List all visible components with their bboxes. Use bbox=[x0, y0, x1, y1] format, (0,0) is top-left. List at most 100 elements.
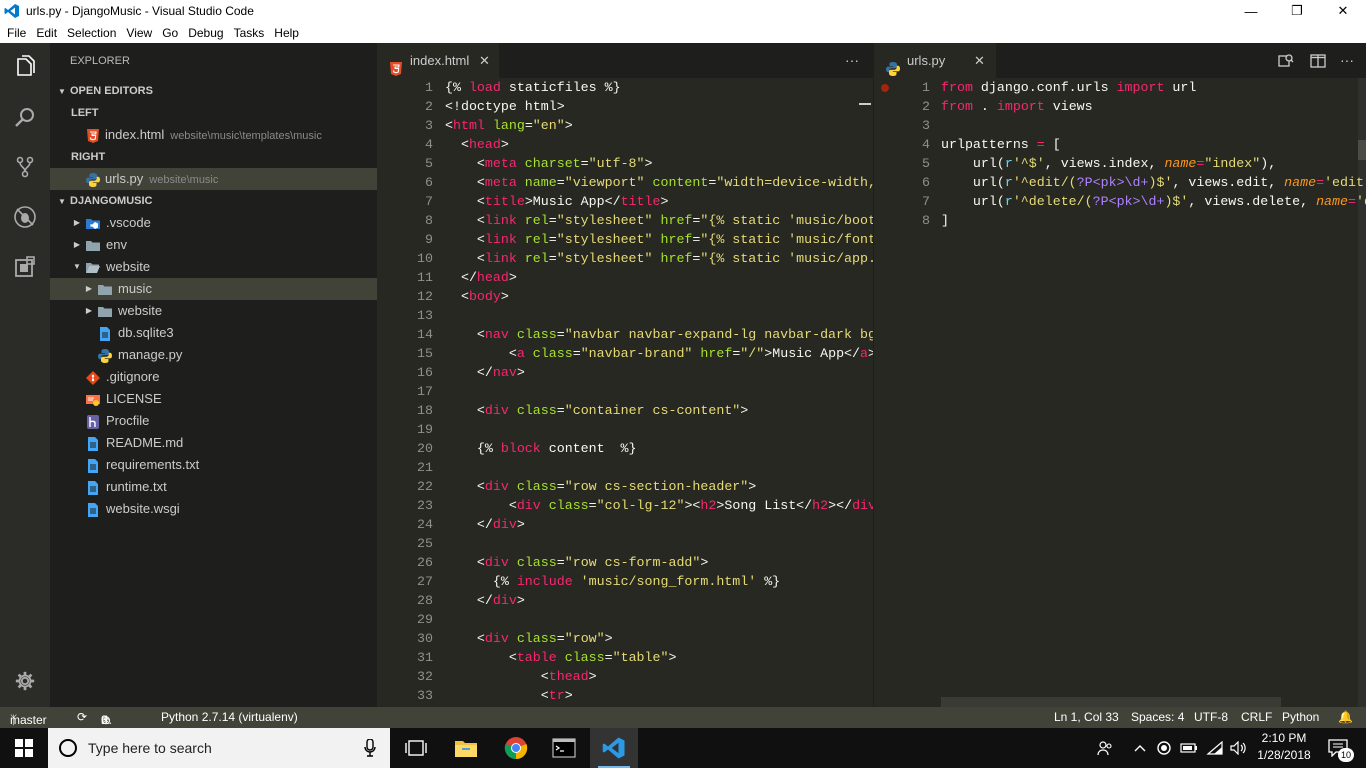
menu-go[interactable]: Go bbox=[157, 26, 183, 40]
search-activity[interactable] bbox=[0, 93, 50, 141]
code-token: link bbox=[484, 251, 517, 266]
folder-open-icon bbox=[86, 260, 100, 274]
menu-view[interactable]: View bbox=[121, 26, 157, 40]
project-section[interactable]: ▼ DJANGOMUSIC bbox=[50, 190, 377, 212]
file-requirements-txt[interactable]: requirements.txt bbox=[50, 454, 377, 476]
cursor-position[interactable]: Ln 1, Col 33 bbox=[1054, 710, 1119, 724]
folder-website[interactable]: ▼ website bbox=[50, 256, 377, 278]
horizontal-scroll-thumb[interactable] bbox=[941, 697, 1281, 707]
scroll-thumb[interactable] bbox=[1358, 140, 1366, 160]
task-view-button[interactable] bbox=[392, 728, 440, 768]
file-website-wsgi[interactable]: website.wsgi bbox=[50, 498, 377, 520]
code-token: class bbox=[508, 555, 557, 570]
minimap-slider[interactable] bbox=[859, 103, 871, 105]
code-line: </head> bbox=[445, 270, 517, 285]
menu-debug[interactable]: Debug bbox=[183, 26, 228, 40]
line-number: 8 bbox=[425, 213, 433, 228]
language-status[interactable]: Python bbox=[1282, 710, 1319, 724]
folder-vscode[interactable]: ▶ .vscode bbox=[50, 212, 377, 234]
search-icon bbox=[15, 108, 34, 127]
code-token: name bbox=[516, 175, 557, 190]
code-token: head bbox=[476, 270, 509, 285]
code-line: <link rel="stylesheet" href="{% static '… bbox=[445, 232, 873, 247]
extensions-activity[interactable] bbox=[0, 243, 50, 291]
file-procfile[interactable]: Procfile bbox=[50, 410, 377, 432]
code-token: '^edit/( bbox=[1012, 175, 1077, 190]
menu-file[interactable]: File bbox=[2, 26, 31, 40]
explorer-activity[interactable] bbox=[0, 43, 50, 91]
menu-help[interactable]: Help bbox=[269, 26, 304, 40]
code-area-right[interactable]: 1 from django.conf.urls import url 2 from .… bbox=[874, 78, 1366, 707]
notifications-bell-icon[interactable]: 🔔 bbox=[1338, 710, 1353, 724]
close-button[interactable]: ✕ bbox=[1320, 0, 1366, 22]
volume-icon[interactable] bbox=[1228, 728, 1248, 768]
start-button[interactable] bbox=[0, 728, 48, 768]
vscode-app[interactable] bbox=[590, 728, 638, 768]
file-explorer-app[interactable] bbox=[442, 728, 490, 768]
clock[interactable]: 2:10 PM 1/28/2018 bbox=[1254, 731, 1314, 762]
vertical-scrollbar[interactable] bbox=[1358, 78, 1366, 707]
code-token: < bbox=[445, 631, 485, 646]
people-icon[interactable] bbox=[1094, 728, 1116, 768]
file-gitignore[interactable]: .gitignore bbox=[50, 366, 377, 388]
code-token: < bbox=[445, 289, 469, 304]
encoding-status[interactable]: UTF-8 bbox=[1194, 710, 1228, 724]
chevron-up-icon[interactable] bbox=[1130, 728, 1150, 768]
code-line: url(r'^delete/(?P<pk>\d+)$', views.delet… bbox=[941, 194, 1366, 209]
taskbar-search-box[interactable]: Type here to search bbox=[48, 728, 390, 768]
close-icon[interactable]: ✕ bbox=[479, 43, 490, 78]
indentation-status[interactable]: Spaces: 4 bbox=[1131, 710, 1184, 724]
tree-item-label: requirements.txt bbox=[106, 457, 200, 472]
code-token: > bbox=[588, 669, 597, 684]
settings-activity[interactable] bbox=[0, 657, 50, 705]
menu-edit[interactable]: Edit bbox=[31, 26, 62, 40]
open-editor-path: website\music\templates\music bbox=[170, 130, 322, 142]
minimize-button[interactable]: — bbox=[1228, 0, 1274, 22]
menu-tasks[interactable]: Tasks bbox=[229, 26, 270, 40]
microphone-icon[interactable] bbox=[364, 739, 376, 757]
sync-icon[interactable]: ⟳ bbox=[77, 710, 87, 724]
folder-music[interactable]: ▶ music bbox=[50, 278, 377, 300]
terminal-app[interactable] bbox=[540, 728, 588, 768]
code-token: a bbox=[516, 346, 525, 361]
open-changes-button[interactable] bbox=[1278, 53, 1294, 72]
battery-icon[interactable] bbox=[1178, 728, 1200, 768]
code-token: table bbox=[516, 650, 557, 665]
action-center-button[interactable]: 10 bbox=[1318, 728, 1358, 768]
code-token: class bbox=[540, 498, 589, 513]
source-control-activity[interactable] bbox=[0, 143, 50, 191]
file-license[interactable]: LICENSE bbox=[50, 388, 377, 410]
code-token: </ bbox=[445, 517, 493, 532]
wifi-icon[interactable] bbox=[1204, 728, 1226, 768]
folder-website[interactable]: ▶ website bbox=[50, 300, 377, 322]
code-token: >Music App</ bbox=[764, 346, 861, 361]
code-token: "stylesheet" bbox=[556, 213, 653, 228]
eol-status[interactable]: CRLF bbox=[1241, 710, 1272, 724]
folder-env[interactable]: ▶ env bbox=[50, 234, 377, 256]
more-actions-button[interactable]: ··· bbox=[845, 52, 859, 68]
code-token: </ bbox=[445, 365, 493, 380]
file-runtime-txt[interactable]: runtime.txt bbox=[50, 476, 377, 498]
open-editors-section[interactable]: ▼ OPEN EDITORS bbox=[50, 80, 377, 102]
open-editor-urls-py[interactable]: urls.py website\music bbox=[50, 168, 377, 190]
chrome-app[interactable] bbox=[492, 728, 540, 768]
record-icon[interactable] bbox=[1154, 728, 1174, 768]
close-icon[interactable]: ✕ bbox=[974, 43, 985, 78]
open-editor-index-html[interactable]: index.html website\music\templates\music bbox=[50, 124, 377, 146]
code-token: = bbox=[556, 631, 565, 646]
debug-activity[interactable] bbox=[0, 193, 50, 241]
more-actions-button[interactable]: ··· bbox=[1340, 52, 1354, 68]
file-manage-py[interactable]: manage.py bbox=[50, 344, 377, 366]
interpreter-status[interactable]: Python 2.7.14 (virtualenv) bbox=[161, 710, 298, 724]
file-readme-md[interactable]: README.md bbox=[50, 432, 377, 454]
file-db-sqlite3[interactable]: db.sqlite3 bbox=[50, 322, 377, 344]
tab-urls-py[interactable]: urls.py ✕ bbox=[874, 43, 996, 78]
menu-selection[interactable]: Selection bbox=[62, 26, 121, 40]
tab-index-html[interactable]: index.html ✕ bbox=[377, 43, 499, 78]
code-token: = bbox=[1316, 175, 1325, 190]
split-editor-button[interactable] bbox=[1310, 53, 1326, 72]
code-line: {% include 'music/song_form.html' %} bbox=[445, 574, 780, 589]
maximize-button[interactable]: ❐ bbox=[1274, 0, 1320, 22]
code-area-left[interactable]: 1 {% load staticfiles %} 2 <!doctype html> 3… bbox=[377, 78, 873, 707]
code-token: < bbox=[445, 555, 485, 570]
